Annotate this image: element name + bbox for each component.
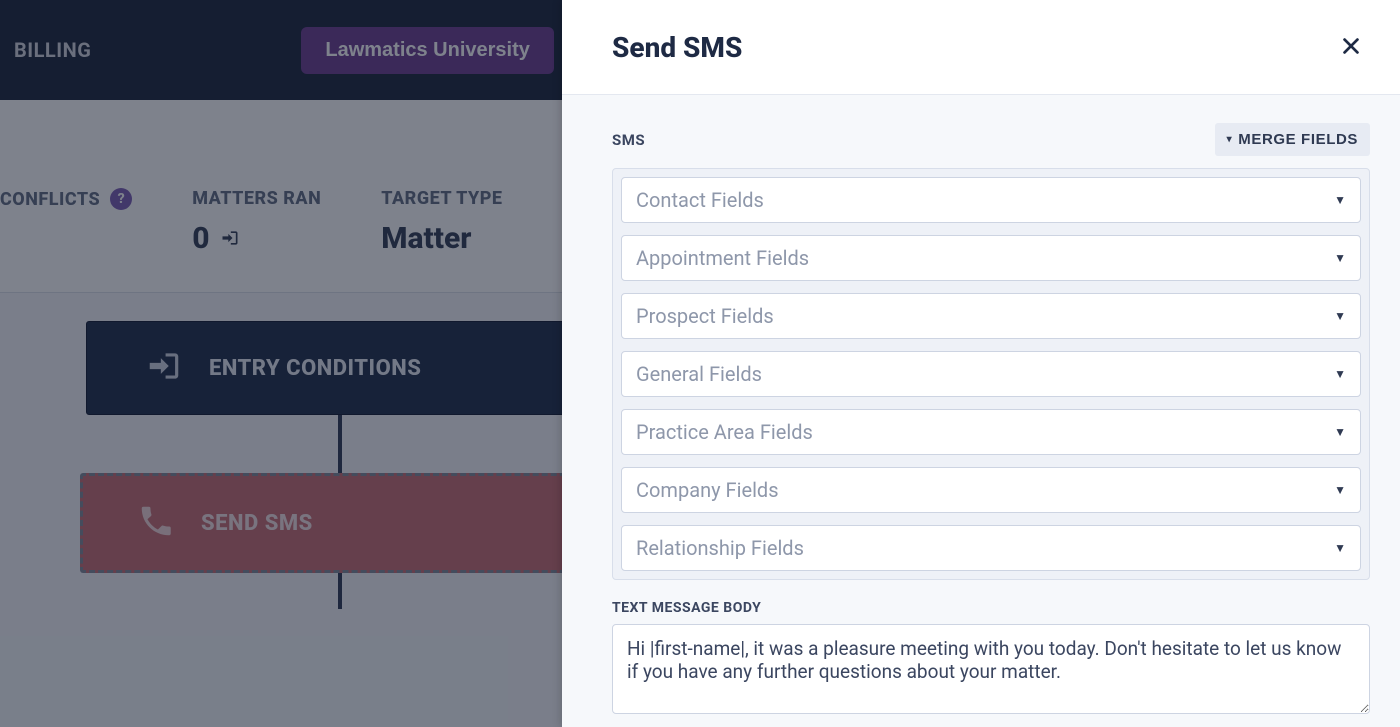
dropdown-practice-area-fields[interactable]: Practice Area Fields ▼ [621,409,1361,455]
dropdown-appointment-fields[interactable]: Appointment Fields ▼ [621,235,1361,281]
panel-body: SMS ▾ MERGE FIELDS Contact Fields ▼ Appo… [562,95,1400,727]
caret-down-icon: ▾ [1227,134,1233,145]
caret-down-icon: ▼ [1334,367,1346,381]
dropdown-label: Appointment Fields [636,246,809,270]
dropdown-label: Contact Fields [636,188,764,212]
dropdown-label: Company Fields [636,478,779,502]
dropdown-label: Practice Area Fields [636,420,813,444]
merge-fields-label: MERGE FIELDS [1238,131,1358,148]
dropdown-company-fields[interactable]: Company Fields ▼ [621,467,1361,513]
caret-down-icon: ▼ [1334,483,1346,497]
dropdown-label: Prospect Fields [636,304,774,328]
dropdown-contact-fields[interactable]: Contact Fields ▼ [621,177,1361,223]
dropdown-label: Relationship Fields [636,536,804,560]
caret-down-icon: ▼ [1334,193,1346,207]
panel-header: Send SMS [562,0,1400,95]
close-icon [1340,35,1362,57]
merge-fields-box: Contact Fields ▼ Appointment Fields ▼ Pr… [612,168,1370,580]
dropdown-label: General Fields [636,362,762,386]
caret-down-icon: ▼ [1334,309,1346,323]
send-sms-panel: Send SMS SMS ▾ MERGE FIELDS Contact Fiel… [562,0,1400,727]
close-button[interactable] [1340,35,1362,60]
caret-down-icon: ▼ [1334,425,1346,439]
caret-down-icon: ▼ [1334,541,1346,555]
text-message-body-input[interactable] [612,624,1370,714]
merge-fields-button[interactable]: ▾ MERGE FIELDS [1215,123,1370,156]
panel-title: Send SMS [612,31,742,64]
sms-section-label: SMS [612,131,645,149]
dropdown-general-fields[interactable]: General Fields ▼ [621,351,1361,397]
dropdown-prospect-fields[interactable]: Prospect Fields ▼ [621,293,1361,339]
dropdown-relationship-fields[interactable]: Relationship Fields ▼ [621,525,1361,571]
caret-down-icon: ▼ [1334,251,1346,265]
text-message-body-label: TEXT MESSAGE BODY [612,600,1370,616]
